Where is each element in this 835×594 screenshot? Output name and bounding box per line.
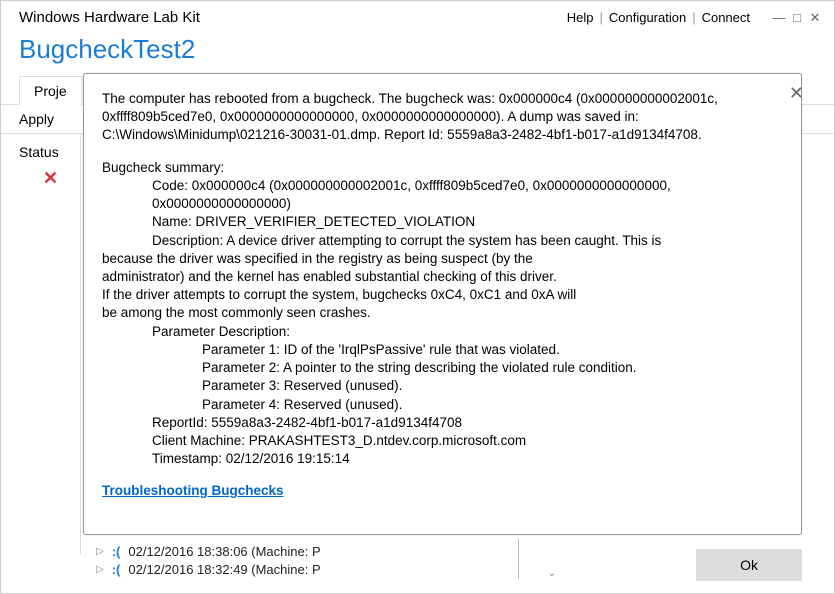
close-icon[interactable]: ✕ xyxy=(789,83,804,104)
desc-line: Description: A device driver attempting … xyxy=(102,232,783,250)
close-icon[interactable]: ✕ xyxy=(808,10,822,26)
param-line: Parameter 2: A pointer to the string des… xyxy=(102,359,783,377)
separator: | xyxy=(599,10,602,25)
separator: | xyxy=(692,10,695,25)
summary-header: Bugcheck summary: xyxy=(102,159,783,177)
connect-link[interactable]: Connect xyxy=(702,10,750,25)
param-line: Parameter 4: Reserved (unused). xyxy=(102,396,783,414)
titlebar: Windows Hardware Lab Kit Help | Configur… xyxy=(1,1,834,30)
ok-button[interactable]: Ok xyxy=(696,549,802,581)
button-row: Ok xyxy=(83,535,802,581)
param-header: Parameter Description: xyxy=(102,323,783,341)
configuration-link[interactable]: Configuration xyxy=(609,10,686,25)
timestamp-line: Timestamp: 02/12/2016 19:15:14 xyxy=(102,450,783,468)
client-line: Client Machine: PRAKASHTEST3_D.ntdev.cor… xyxy=(102,432,783,450)
status-header: Status xyxy=(1,144,80,168)
reportid-line: ReportId: 5559a8a3-2482-4bf1-b017-a1d913… xyxy=(102,414,783,432)
desc-line: If the driver attempts to corrupt the sy… xyxy=(102,286,783,304)
param-line: Parameter 3: Reserved (unused). xyxy=(102,377,783,395)
bugcheck-dialog: ✕ The computer has rebooted from a bugch… xyxy=(83,73,802,581)
message-box: The computer has rebooted from a bugchec… xyxy=(83,73,802,535)
code-line: Code: 0x000000c4 (0x000000000002001c, 0x… xyxy=(102,177,783,213)
maximize-icon[interactable]: □ xyxy=(790,10,804,26)
desc-line: administrator) and the kernel has enable… xyxy=(102,268,783,286)
page-title: BugcheckTest2 xyxy=(1,30,834,75)
app-name: Windows Hardware Lab Kit xyxy=(19,9,200,26)
param-line: Parameter 1: ID of the 'IrqlPsPassive' r… xyxy=(102,341,783,359)
troubleshoot-link[interactable]: Troubleshooting Bugchecks xyxy=(102,482,284,500)
minimize-icon[interactable]: — xyxy=(772,10,786,26)
sidebar: Status ✕ xyxy=(1,134,81,554)
intro-text: The computer has rebooted from a bugchec… xyxy=(102,90,783,145)
titlebar-menu: Help | Configuration | Connect — □ ✕ xyxy=(567,10,822,26)
status-fail-icon: ✕ xyxy=(1,168,80,189)
tab-projects[interactable]: Proje xyxy=(19,76,82,105)
window-controls: — □ ✕ xyxy=(772,10,822,26)
help-link[interactable]: Help xyxy=(567,10,594,25)
desc-line: be among the most commonly seen crashes. xyxy=(102,304,783,322)
name-line: Name: DRIVER_VERIFIER_DETECTED_VIOLATION xyxy=(102,213,783,231)
desc-line: because the driver was specified in the … xyxy=(102,250,783,268)
